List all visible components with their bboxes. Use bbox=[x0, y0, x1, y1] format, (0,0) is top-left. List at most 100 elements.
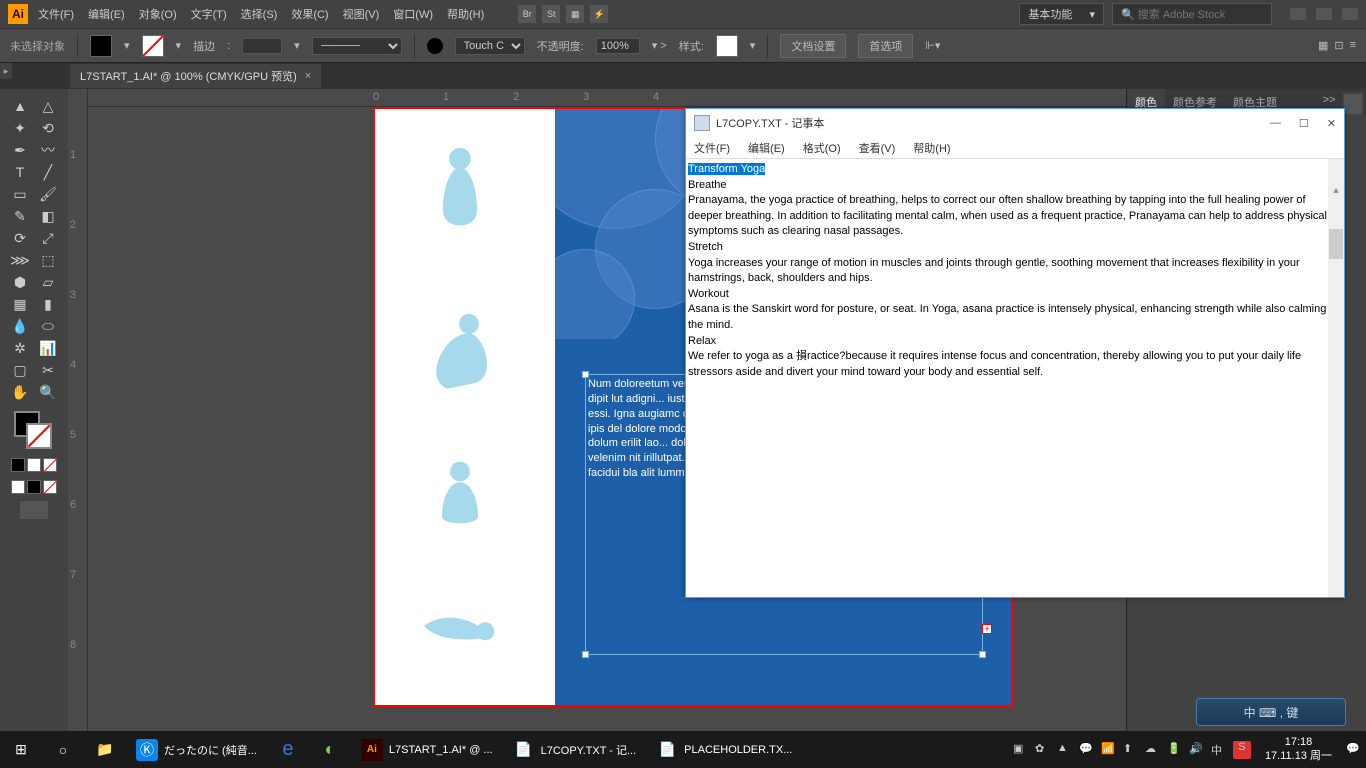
tray-icon[interactable]: ⬆ bbox=[1123, 742, 1139, 758]
overset-text-icon[interactable]: + bbox=[982, 624, 992, 634]
document-tab[interactable]: L7START_1.AI* @ 100% (CMYK/GPU 预览) × bbox=[70, 64, 321, 88]
np-menu-file[interactable]: 文件(F) bbox=[694, 140, 730, 156]
width-tool[interactable]: ⋙ bbox=[6, 249, 34, 271]
collapsed-properties-panel[interactable] bbox=[1342, 92, 1364, 116]
notepad-minimize-icon[interactable]: — bbox=[1270, 117, 1281, 130]
draw-mode[interactable] bbox=[20, 501, 48, 519]
tray-icon[interactable]: ▲ bbox=[1057, 742, 1073, 758]
menu-object[interactable]: 对象(O) bbox=[139, 6, 177, 22]
stroke-weight-input[interactable] bbox=[242, 38, 282, 54]
start-button[interactable]: ⊞ bbox=[0, 731, 42, 768]
hand-tool[interactable]: ✋ bbox=[6, 381, 34, 403]
brush-select[interactable]: Touch C... bbox=[455, 37, 525, 55]
rotate-tool[interactable]: ⟳ bbox=[6, 227, 34, 249]
eyedropper-tool[interactable]: 💧 bbox=[6, 315, 34, 337]
blend-tool[interactable]: ⬭ bbox=[34, 315, 62, 337]
illustrator-app[interactable]: AiL7START_1.AI* @ ... bbox=[351, 731, 503, 768]
rectangle-tool[interactable]: ▭ bbox=[6, 183, 34, 205]
mesh-tool[interactable]: ▦ bbox=[6, 293, 34, 315]
artboard-tool[interactable]: ▢ bbox=[6, 359, 34, 381]
np-menu-format[interactable]: 格式(O) bbox=[803, 140, 841, 156]
notepad-window[interactable]: L7COPY.TXT - 记事本 — ☐ ✕ 文件(F) 编辑(E) 格式(O)… bbox=[685, 108, 1345, 598]
menu-window[interactable]: 窗口(W) bbox=[393, 6, 433, 22]
fill-stroke-swatches[interactable] bbox=[14, 411, 54, 451]
ime-icon[interactable]: S bbox=[1233, 741, 1251, 759]
window-close-icon[interactable] bbox=[1342, 8, 1358, 20]
symbol-sprayer-tool[interactable]: ✲ bbox=[6, 337, 34, 359]
notepad-placeholder-app[interactable]: 📄PLACEHOLDER.TX... bbox=[646, 731, 802, 768]
stroke-swatch[interactable] bbox=[142, 35, 164, 57]
menu-select[interactable]: 选择(S) bbox=[241, 6, 278, 22]
action-center-icon[interactable]: 💬 bbox=[1346, 742, 1362, 758]
notepad-close-icon[interactable]: ✕ bbox=[1327, 117, 1336, 130]
type-tool[interactable]: T bbox=[6, 161, 34, 183]
fill-swatch[interactable] bbox=[90, 35, 112, 57]
screen-mode-toggles[interactable] bbox=[10, 479, 58, 495]
grid-icon[interactable]: ▦ bbox=[1318, 39, 1328, 52]
frame-handle-icon[interactable] bbox=[979, 651, 986, 658]
eraser-tool[interactable]: ◧ bbox=[34, 205, 62, 227]
opacity-input[interactable] bbox=[596, 38, 640, 54]
edge-app[interactable]: e bbox=[267, 731, 309, 768]
transform-icon[interactable]: ⊡ bbox=[1334, 39, 1343, 52]
cortana-button[interactable]: ○ bbox=[42, 731, 84, 768]
preferences-button[interactable]: 首选项 bbox=[858, 34, 913, 58]
graph-tool[interactable]: 📊 bbox=[34, 337, 62, 359]
align-icon[interactable]: ⊩▾ bbox=[925, 39, 940, 52]
magic-wand-tool[interactable]: ✦ bbox=[6, 117, 34, 139]
volume-icon[interactable]: 🔊 bbox=[1189, 742, 1205, 758]
menu-help[interactable]: 帮助(H) bbox=[447, 6, 484, 22]
tray-icon[interactable]: 💬 bbox=[1079, 742, 1095, 758]
gradient-tool[interactable]: ▮ bbox=[34, 293, 62, 315]
slice-tool[interactable]: ✂ bbox=[34, 359, 62, 381]
window-minimize-icon[interactable] bbox=[1290, 8, 1306, 20]
ime-indicator[interactable]: 中 ⌨ , 键 bbox=[1196, 698, 1346, 726]
shape-builder-tool[interactable]: ⬢ bbox=[6, 271, 34, 293]
close-tab-icon[interactable]: × bbox=[305, 70, 311, 82]
paintbrush-tool[interactable]: 🖌 bbox=[34, 183, 62, 205]
notepad-maximize-icon[interactable]: ☐ bbox=[1299, 117, 1309, 130]
bridge-icon[interactable]: Br bbox=[518, 5, 536, 23]
curvature-tool[interactable]: 〰 bbox=[34, 139, 62, 161]
notepad-l7copy-app[interactable]: 📄L7COPY.TXT - 记... bbox=[503, 731, 647, 768]
panel-menu-icon[interactable]: ≡ bbox=[1350, 39, 1356, 52]
shaper-tool[interactable]: ✎ bbox=[6, 205, 34, 227]
adobe-stock-search[interactable]: 🔍 搜索 Adobe Stock bbox=[1112, 3, 1272, 25]
arrange-icon[interactable]: ▦ bbox=[566, 5, 584, 23]
network-icon[interactable]: 📶 bbox=[1101, 742, 1117, 758]
document-setup-button[interactable]: 文档设置 bbox=[780, 34, 846, 58]
notepad-text-area[interactable]: Transform Yoga Breathe Pranayama, the yo… bbox=[686, 159, 1344, 597]
tray-icon[interactable]: ✿ bbox=[1035, 742, 1051, 758]
direct-selection-tool[interactable]: △ bbox=[34, 95, 62, 117]
properties-icon[interactable] bbox=[1344, 94, 1362, 114]
np-menu-edit[interactable]: 编辑(E) bbox=[748, 140, 785, 156]
gpu-icon[interactable]: ⚡ bbox=[590, 5, 608, 23]
notepad-scrollbar[interactable]: ▴ bbox=[1328, 159, 1344, 597]
frame-handle-icon[interactable] bbox=[582, 371, 589, 378]
selection-tool[interactable]: ▲ bbox=[6, 95, 34, 117]
explorer-button[interactable]: 📁 bbox=[84, 731, 126, 768]
window-maximize-icon[interactable] bbox=[1316, 8, 1332, 20]
color-mode-toggles[interactable] bbox=[10, 457, 58, 473]
workspace-switcher[interactable]: 基本功能 ▾ bbox=[1019, 3, 1104, 25]
menu-type[interactable]: 文字(T) bbox=[191, 6, 227, 22]
frame-handle-icon[interactable] bbox=[582, 651, 589, 658]
scroll-thumb[interactable] bbox=[1329, 229, 1343, 259]
np-menu-help[interactable]: 帮助(H) bbox=[913, 140, 950, 156]
free-transform-tool[interactable]: ⬚ bbox=[34, 249, 62, 271]
taskbar-clock[interactable]: 17:1817.11.13 周一 bbox=[1257, 736, 1340, 762]
notepad-titlebar[interactable]: L7COPY.TXT - 记事本 — ☐ ✕ bbox=[686, 109, 1344, 137]
menu-view[interactable]: 视图(V) bbox=[343, 6, 380, 22]
stock-icon[interactable]: St bbox=[542, 5, 560, 23]
menu-effect[interactable]: 效果(C) bbox=[291, 6, 328, 22]
browser-app[interactable]: ◐ bbox=[309, 731, 351, 768]
line-tool[interactable]: ╱ bbox=[34, 161, 62, 183]
lasso-tool[interactable]: ⟲ bbox=[34, 117, 62, 139]
pen-tool[interactable]: ✒ bbox=[6, 139, 34, 161]
toolbar-toggle[interactable]: ▸ bbox=[0, 63, 12, 79]
perspective-tool[interactable]: ▱ bbox=[34, 271, 62, 293]
scale-tool[interactable]: ⤢ bbox=[34, 227, 62, 249]
stroke-profile[interactable]: ───── bbox=[312, 37, 402, 55]
tray-icon[interactable]: ☁ bbox=[1145, 742, 1161, 758]
menu-edit[interactable]: 编辑(E) bbox=[88, 6, 125, 22]
